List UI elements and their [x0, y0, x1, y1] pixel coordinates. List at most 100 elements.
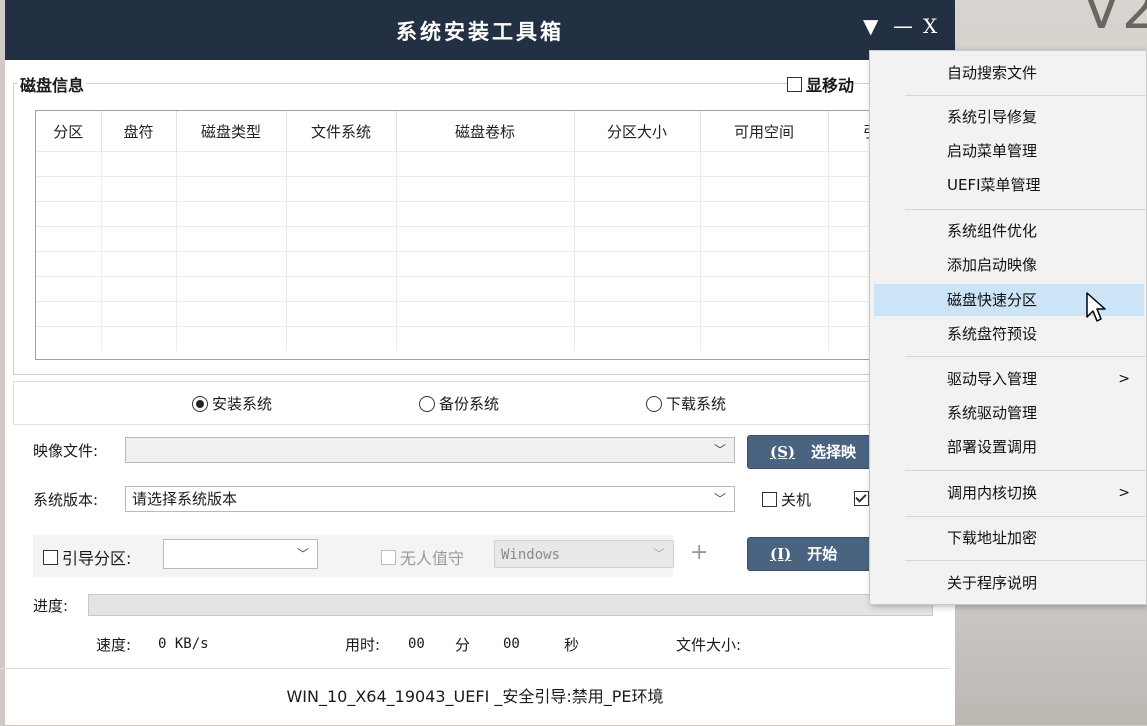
checkbox-box[interactable] [381, 549, 396, 565]
menu-item-boot-repair[interactable]: 系统引导修复 [874, 101, 1144, 133]
chevron-down-icon[interactable]: ﹀ [297, 540, 309, 568]
status-bar: WIN_10_X64_19043_UEFI _安全引导:禁用_PE环境 [0, 668, 950, 726]
boot-partition-label: 引导分区: [62, 549, 132, 568]
menu-item-driver-manage[interactable]: 系统驱动管理 [874, 397, 1144, 429]
disk-info-title: 磁盘信息 [18, 72, 87, 96]
menu-item-label: 添加启动映像 [947, 256, 1038, 274]
speed-value: 0 KB/s [158, 636, 209, 652]
menu-separator [905, 470, 1145, 471]
table-row [36, 176, 929, 202]
menu-item-label: 系统组件优化 [947, 222, 1038, 240]
button-label: 选择映 [811, 443, 857, 461]
menu-item-add-boot-image[interactable]: 添加启动映像 [874, 249, 1144, 281]
minutes-unit: 分 [455, 636, 471, 654]
menu-item-deploy-settings[interactable]: 部署设置调用 [874, 431, 1144, 463]
show-removable-checkbox[interactable]: 显移动 [787, 72, 855, 96]
radio-download-system[interactable]: 下载系统 [646, 393, 726, 414]
radio-label: 下载系统 [666, 395, 727, 413]
speed-label: 速度: [96, 636, 132, 654]
mouse-cursor-icon [1086, 292, 1106, 322]
column-header[interactable]: 分区 [36, 111, 102, 152]
menu-item-label: 系统引导修复 [947, 108, 1038, 126]
checkbox-box[interactable] [762, 492, 777, 507]
menu-item-label: 系统盘符预设 [947, 325, 1038, 343]
unattended-checkbox[interactable]: 无人值守 [381, 545, 464, 569]
start-button[interactable]: (I) 开始 [747, 537, 877, 571]
file-size-label: 文件大小: [676, 636, 742, 654]
window-title: 系统安装工具箱 [396, 19, 564, 44]
menu-item-label: 部署设置调用 [947, 438, 1038, 456]
column-header[interactable]: 磁盘卷标 [396, 111, 575, 152]
menu-separator [905, 209, 1145, 210]
menu-separator [905, 95, 1145, 96]
chevron-down-icon[interactable]: ﹀ [714, 438, 726, 462]
column-header[interactable]: 分区大小 [574, 111, 701, 152]
elapsed-label: 用时: [345, 636, 381, 654]
menu-separator [905, 356, 1145, 357]
column-header[interactable]: 可用空间 [700, 111, 829, 152]
checkbox-box[interactable] [787, 76, 802, 92]
progress-label: 进度: [33, 597, 69, 615]
menu-item-boot-menu[interactable]: 启动菜单管理 [874, 135, 1144, 167]
menu-item-label: 调用内核切换 [947, 484, 1038, 502]
checkbox-box[interactable] [43, 549, 58, 565]
version-watermark: V2. [1083, 0, 1147, 41]
menu-item-component-optimize[interactable]: 系统组件优化 [874, 215, 1144, 247]
windows-combo[interactable]: Windows ﹀ [494, 540, 674, 568]
column-header[interactable]: 磁盘类型 [176, 111, 287, 152]
submenu-arrow-icon: > [1118, 485, 1130, 501]
menu-item-label: 系统驱动管理 [947, 404, 1038, 422]
menu-item-label: UEFI菜单管理 [947, 176, 1041, 194]
column-header[interactable]: 盘符 [101, 111, 177, 152]
menu-item-label: 驱动导入管理 [947, 370, 1038, 388]
disk-table[interactable]: 分区 盘符 磁盘类型 文件系统 磁盘卷标 分区大小 可用空间 引导 [35, 110, 932, 360]
shutdown-checkbox[interactable]: 关机 [762, 489, 811, 510]
image-file-combo[interactable]: ﹀ [125, 437, 735, 463]
menu-separator [905, 516, 1145, 517]
button-shortcut: (S) [770, 443, 796, 461]
disk-table-grid: 分区 盘符 磁盘类型 文件系统 磁盘卷标 分区大小 可用空间 引导 [36, 111, 929, 351]
image-file-label: 映像文件: [33, 442, 99, 460]
boot-partition-checkbox[interactable]: 引导分区: [43, 545, 131, 569]
radio-label: 安装系统 [212, 395, 273, 413]
radio-button[interactable] [192, 395, 208, 412]
table-row [36, 201, 929, 227]
boot-partition-combo[interactable]: ﹀ [163, 539, 318, 569]
plus-icon[interactable]: + [690, 540, 708, 565]
table-row [36, 226, 929, 252]
radio-install-system[interactable]: 安装系统 [192, 393, 272, 414]
elapsed-minutes: 00 [408, 636, 425, 652]
dropdown-arrow-icon[interactable]: ▼ [863, 14, 878, 38]
shutdown-label: 关机 [781, 491, 812, 509]
menu-item-uefi-menu[interactable]: UEFI菜单管理 [874, 169, 1144, 201]
title-bar: 系统安装工具箱 ▼ — X [5, 0, 955, 60]
menu-item-driver-import[interactable]: 驱动导入管理 > [874, 363, 1144, 395]
checkbox-box[interactable] [854, 491, 869, 506]
table-row [36, 276, 929, 302]
menu-item-label: 磁盘快速分区 [947, 291, 1038, 309]
close-icon[interactable]: X [923, 14, 937, 38]
table-row [36, 326, 929, 351]
menu-item-auto-search[interactable]: 自动搜索文件 [874, 57, 1144, 89]
menu-separator [905, 560, 1145, 561]
system-version-combo[interactable]: 请选择系统版本 ﹀ [125, 486, 735, 512]
column-header[interactable]: 文件系统 [286, 111, 397, 152]
minimize-icon[interactable]: — [893, 14, 913, 38]
radio-button[interactable] [419, 395, 435, 412]
chevron-down-icon[interactable]: ﹀ [653, 541, 665, 567]
radio-backup-system[interactable]: 备份系统 [419, 393, 499, 414]
menu-item-encrypt-download-url[interactable]: 下载地址加密 [874, 522, 1144, 554]
chevron-down-icon[interactable]: ﹀ [714, 487, 726, 511]
button-shortcut: (I) [770, 545, 792, 563]
menu-item-kernel-switch[interactable]: 调用内核切换 > [874, 477, 1144, 509]
radio-button[interactable] [646, 395, 662, 412]
menu-item-label: 关于程序说明 [947, 574, 1038, 592]
table-row [36, 151, 929, 177]
select-image-button[interactable]: (S) 选择映 [747, 435, 877, 469]
disk-table-header: 分区 盘符 磁盘类型 文件系统 磁盘卷标 分区大小 可用空间 引导 [36, 111, 929, 152]
submenu-arrow-icon: > [1118, 371, 1130, 387]
status-text: WIN_10_X64_19043_UEFI _安全引导:禁用_PE环境 [286, 687, 664, 706]
seconds-unit: 秒 [564, 636, 580, 654]
system-version-value: 请选择系统版本 [132, 490, 238, 508]
menu-item-about[interactable]: 关于程序说明 [874, 567, 1144, 599]
